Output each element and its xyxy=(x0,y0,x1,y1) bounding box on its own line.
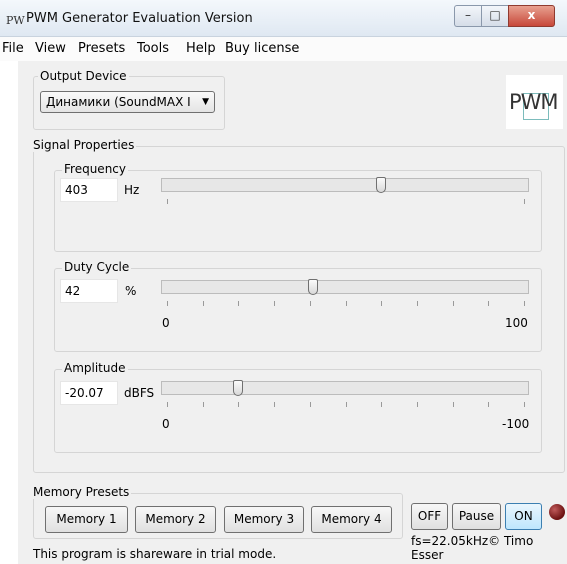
output-device-legend: Output Device xyxy=(38,69,129,83)
amplitude-tick xyxy=(310,402,311,407)
menu-presets[interactable]: Presets xyxy=(78,41,125,56)
close-button[interactable]: x xyxy=(508,5,555,27)
menu-help[interactable]: Help xyxy=(186,41,216,56)
memory-1-button[interactable]: Memory 1 xyxy=(45,506,128,533)
sample-rate-credit: fs=22.05kHz© Timo Esser xyxy=(411,534,534,562)
output-device-value: Динамики (SoundMAX I xyxy=(46,95,191,109)
amplitude-tick xyxy=(417,402,418,407)
status-text: This program is shareware in trial mode. xyxy=(33,547,277,561)
window-title: PWM Generator Evaluation Version xyxy=(26,11,253,26)
memory-2-button[interactable]: Memory 2 xyxy=(135,506,216,533)
app-icon: PW xyxy=(6,14,25,27)
menu-tools[interactable]: Tools xyxy=(137,41,169,56)
amplitude-tick xyxy=(453,402,454,407)
duty-cycle-tick xyxy=(203,301,204,306)
duty-cycle-slider-thumb[interactable] xyxy=(308,279,318,295)
amplitude-legend: Amplitude xyxy=(62,361,128,375)
pwm-logo: PWM xyxy=(509,90,559,114)
duty-cycle-input[interactable]: 42 xyxy=(60,279,118,303)
duty-cycle-tick xyxy=(381,301,382,306)
memory-3-button[interactable]: Memory 3 xyxy=(224,506,304,533)
frequency-slider-thumb[interactable] xyxy=(376,177,386,193)
duty-cycle-unit: % xyxy=(125,284,137,298)
duty-cycle-tick xyxy=(274,301,275,306)
amplitude-tick xyxy=(167,402,168,407)
amplitude-slider-thumb[interactable] xyxy=(233,380,243,396)
amplitude-tick xyxy=(488,402,489,407)
frequency-tick-min xyxy=(167,199,168,204)
duty-cycle-tick xyxy=(488,301,489,306)
duty-cycle-tick xyxy=(310,301,311,306)
memory-4-button[interactable]: Memory 4 xyxy=(311,506,392,533)
duty-cycle-tick xyxy=(417,301,418,306)
amplitude-min-label: 0 xyxy=(162,417,170,431)
amplitude-tick xyxy=(238,402,239,407)
off-button[interactable]: OFF xyxy=(411,503,448,530)
signal-properties-legend: Signal Properties xyxy=(31,138,137,152)
amplitude-tick xyxy=(203,402,204,407)
pause-button[interactable]: Pause xyxy=(452,503,501,530)
amplitude-max-label: -100 xyxy=(502,417,530,431)
chevron-down-icon: ▼ xyxy=(202,97,209,107)
frequency-tick-max xyxy=(524,199,525,204)
duty-cycle-tick xyxy=(524,301,525,306)
duty-cycle-max-label: 100 xyxy=(505,316,528,330)
duty-cycle-tick xyxy=(238,301,239,306)
amplitude-tick xyxy=(346,402,347,407)
amplitude-input[interactable]: -20.07 xyxy=(60,381,118,405)
memory-presets-legend: Memory Presets xyxy=(31,485,132,499)
duty-cycle-tick xyxy=(453,301,454,306)
duty-cycle-tick xyxy=(167,301,168,306)
menu-buy-license[interactable]: Buy license xyxy=(225,41,299,56)
duty-cycle-min-label: 0 xyxy=(162,316,170,330)
maximize-button[interactable]: □ xyxy=(481,5,508,27)
frequency-unit: Hz xyxy=(124,183,140,197)
amplitude-unit: dBFS xyxy=(124,386,155,400)
menu-file[interactable]: File xyxy=(2,41,24,56)
amplitude-tick xyxy=(274,402,275,407)
amplitude-tick xyxy=(524,402,525,407)
amplitude-tick xyxy=(381,402,382,407)
duty-cycle-tick xyxy=(346,301,347,306)
on-button[interactable]: ON xyxy=(505,503,542,530)
frequency-legend: Frequency xyxy=(62,162,128,176)
duty-cycle-slider-track[interactable] xyxy=(161,280,529,294)
menu-view[interactable]: View xyxy=(35,41,66,56)
duty-cycle-legend: Duty Cycle xyxy=(62,260,132,274)
frequency-slider-track[interactable] xyxy=(161,178,529,192)
minimize-button[interactable]: – xyxy=(454,5,481,27)
amplitude-slider-track[interactable] xyxy=(161,381,529,395)
output-device-select[interactable]: Динамики (SoundMAX I ▼ xyxy=(40,91,215,113)
status-led xyxy=(549,504,565,520)
frequency-input[interactable]: 403 xyxy=(60,178,118,202)
